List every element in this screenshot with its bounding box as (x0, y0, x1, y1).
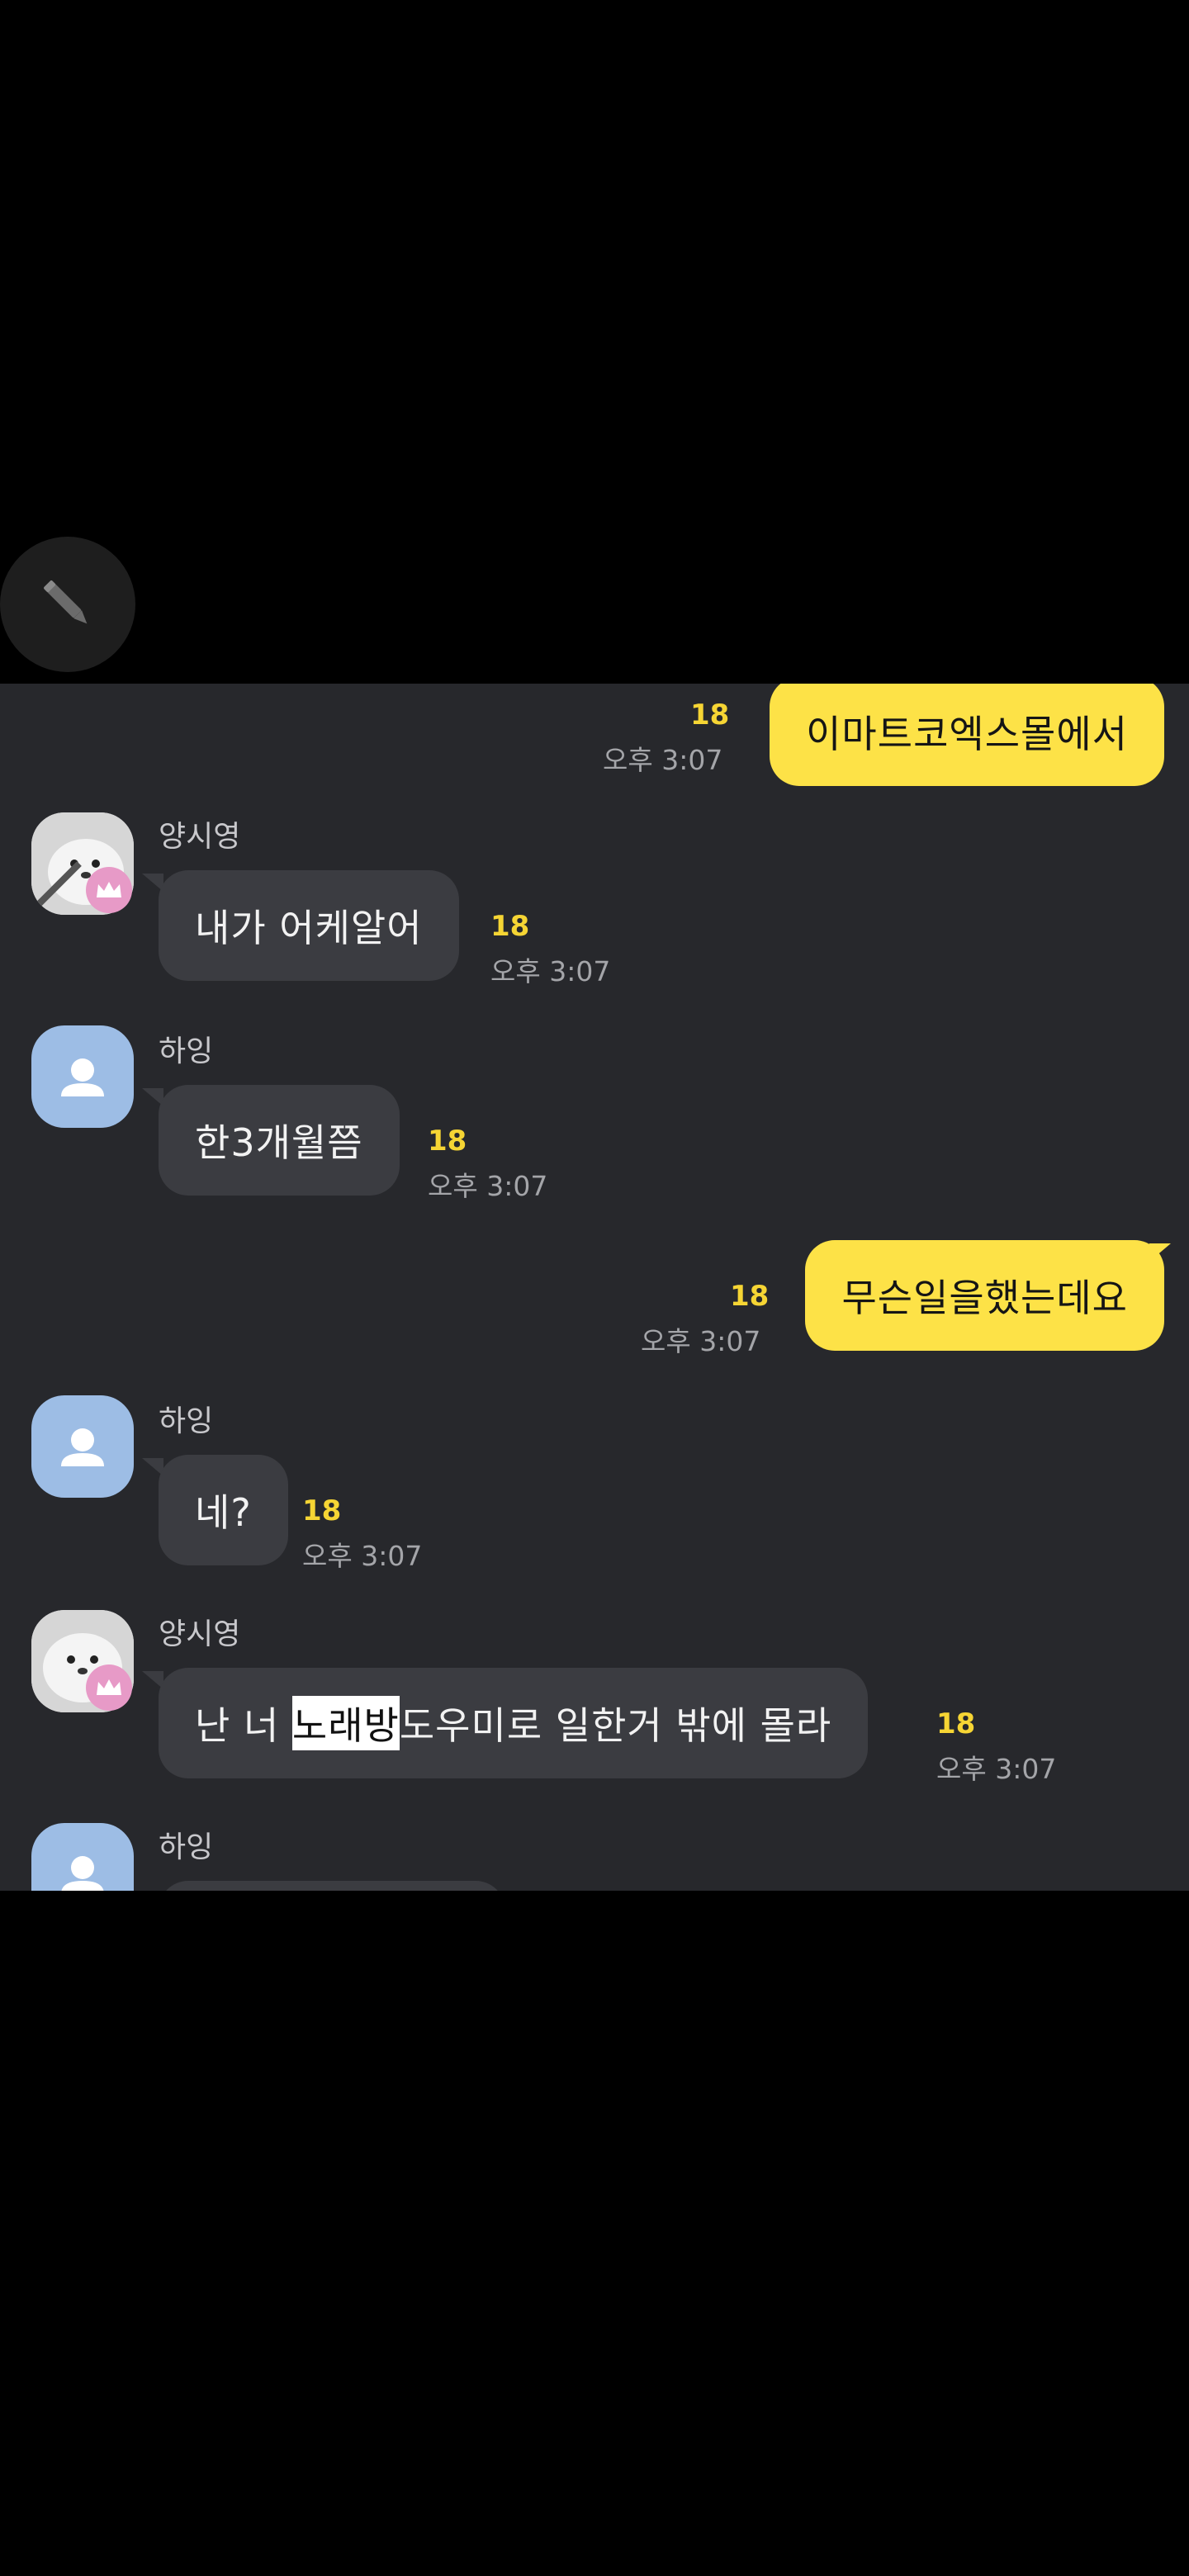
crown-badge (86, 1664, 132, 1711)
unread-count: 18 (690, 698, 730, 732)
unread-count: 18 (302, 1494, 342, 1527)
message-time: 오후 3:07 (428, 1170, 548, 1202)
unread-count: 18 (936, 1707, 976, 1740)
person-icon (61, 1856, 104, 1891)
message-time: 오후 3:07 (603, 744, 723, 776)
sender-name: 하잉 (159, 1830, 214, 1864)
crown-badge (86, 867, 132, 913)
message-text: 한3개월쯤 (195, 1120, 363, 1165)
message-time: 오후 3:07 (936, 1753, 1057, 1785)
message-text: 이마트코엑스몰에서 (806, 712, 1128, 756)
crown-icon (97, 1679, 121, 1695)
default-profile-avatar[interactable] (31, 1823, 134, 1891)
outgoing-message-bubble[interactable]: 이마트코엑스몰에서 (770, 684, 1164, 786)
message-text: 네? (195, 1490, 252, 1535)
incoming-message-bubble[interactable]: 한3개월쯤 (159, 1085, 400, 1196)
pencil-icon (44, 580, 88, 624)
sender-name: 하잉 (159, 1404, 214, 1438)
message-text-after: 도우미로 일한거 밖에 몰라 (399, 1703, 832, 1748)
message-time: 오후 3:07 (302, 1540, 423, 1572)
person-icon (61, 1058, 104, 1096)
crown-icon (97, 882, 121, 897)
highlighted-text: 노래방 (291, 1696, 400, 1750)
message-text-before: 난 너 (195, 1703, 292, 1748)
unread-count: 18 (730, 1280, 770, 1313)
sender-name: 양시영 (159, 820, 241, 854)
person-icon (61, 1428, 104, 1466)
incoming-message-bubble[interactable]: 네? (159, 1455, 288, 1565)
outgoing-message-bubble[interactable]: 무슨일을했는데요 (805, 1240, 1164, 1351)
message-time: 오후 3:07 (490, 955, 611, 987)
default-profile-avatar[interactable] (31, 1395, 134, 1498)
unread-count: 18 (490, 910, 530, 943)
sender-name: 하잉 (159, 1035, 214, 1068)
message-text: 무슨일을했는데요 (841, 1276, 1128, 1320)
default-profile-avatar[interactable] (31, 1025, 134, 1128)
incoming-message-bubble[interactable]: 난 너 노래방 도우미로 일한거 밖에 몰라 (159, 1668, 869, 1778)
incoming-message-bubble[interactable]: 내가 어케알어 (159, 870, 459, 981)
unread-count: 18 (428, 1125, 467, 1158)
chat-message-list[interactable]: 이마트코엑스몰에서 18 오후 3:07 양시영 내가 어케알어 18 오후 3… (0, 684, 1189, 1891)
message-time: 오후 3:07 (641, 1325, 761, 1357)
message-text: 내가 어케알어 (195, 906, 423, 950)
incoming-message-bubble[interactable] (159, 1881, 505, 1891)
compose-button[interactable] (0, 537, 135, 672)
sender-name: 양시영 (159, 1617, 241, 1651)
